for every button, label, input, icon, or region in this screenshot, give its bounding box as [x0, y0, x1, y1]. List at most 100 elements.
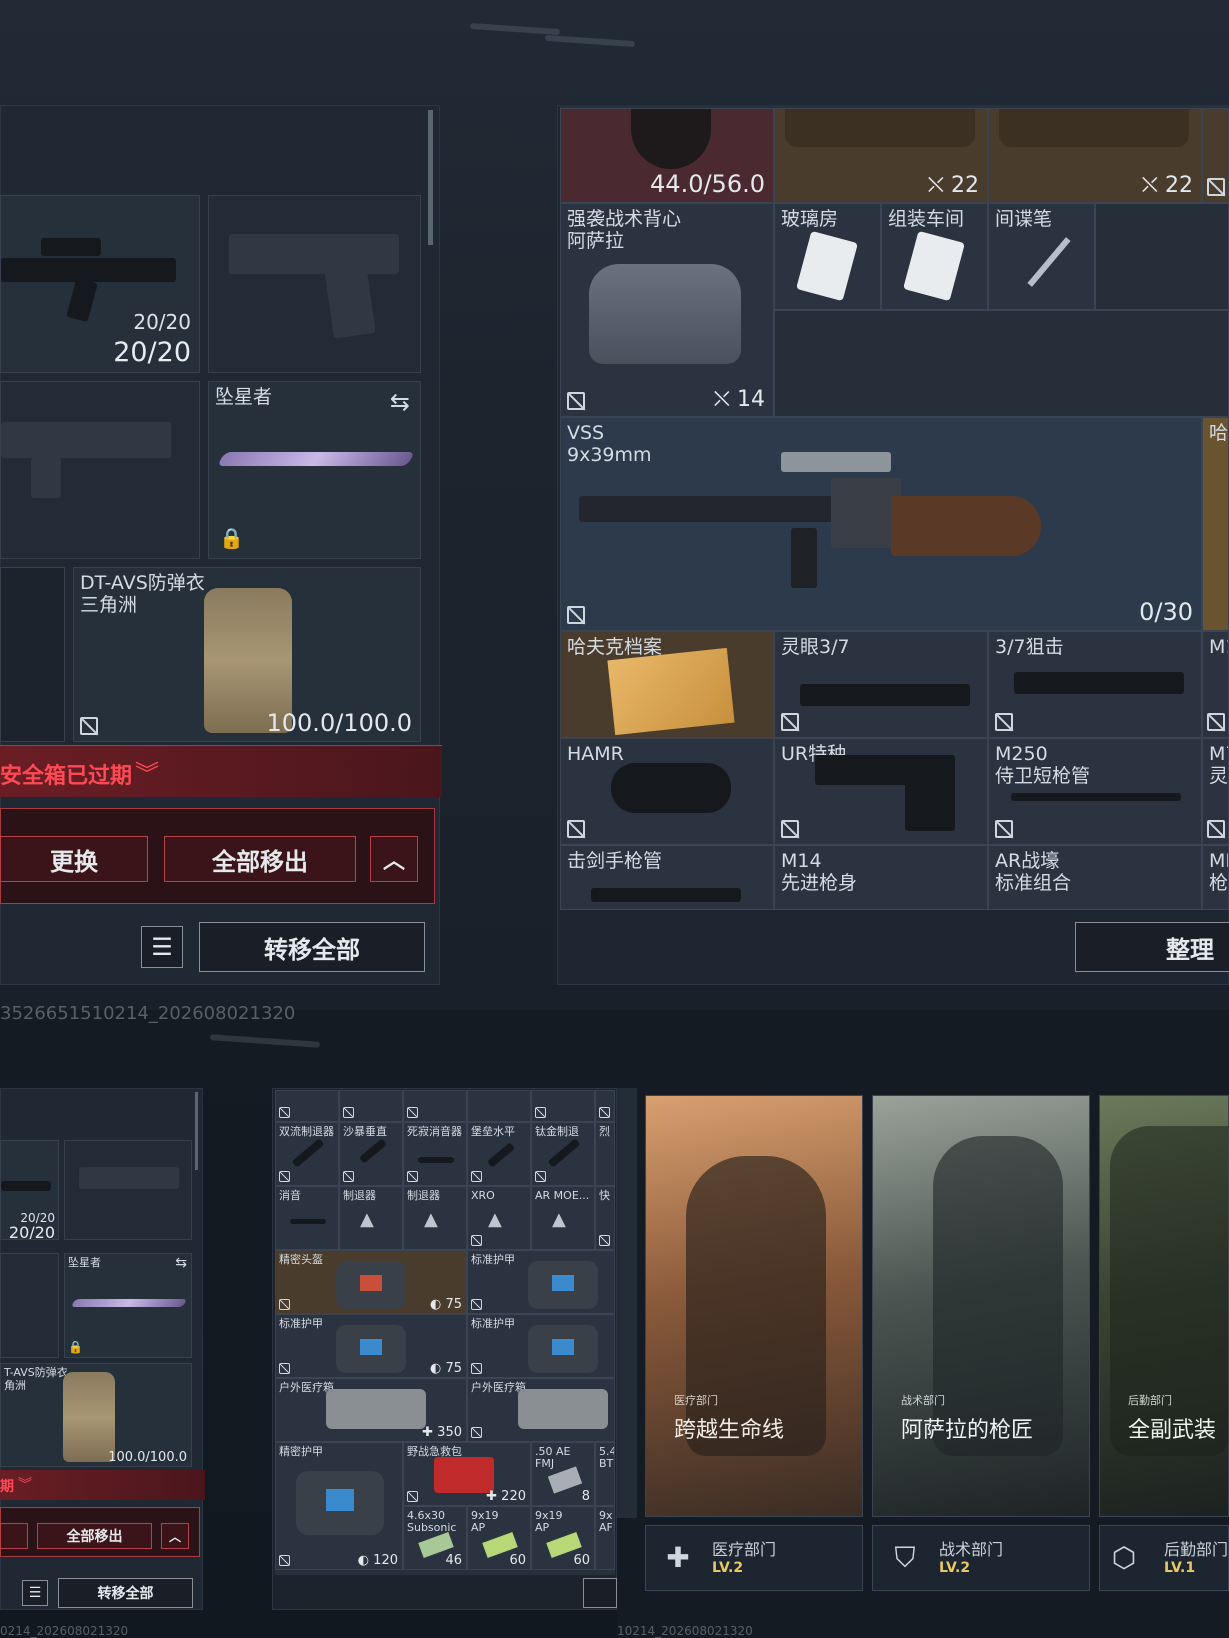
hafk-file-item[interactable]: 哈夫克档案 — [560, 631, 774, 738]
ammo-46-item[interactable]: 4.6x30 Subsonic 46 — [403, 1506, 467, 1570]
precise-helmet-item[interactable]: 精密头盔 ◐ 75 — [275, 1250, 467, 1314]
transfer-all-button[interactable]: 转移全部 — [199, 922, 425, 972]
mini-cell[interactable] — [595, 1090, 615, 1122]
swap-icon[interactable]: ⇆ — [390, 388, 410, 416]
primary-weapon-slot[interactable]: 20/20 20/20 — [0, 195, 200, 373]
xro-item[interactable]: XRO ▲ — [467, 1186, 531, 1250]
replace-button[interactable]: 更换 — [0, 836, 148, 882]
item-ar-sub: 标准组合 — [995, 872, 1072, 894]
mini-cell[interactable] — [275, 1090, 339, 1122]
vest-pouch-icon — [785, 109, 975, 147]
sort-button[interactable]: 整理 — [1075, 922, 1229, 972]
medical-dept-badge[interactable]: ✚ 医疗部门 LV.2 — [645, 1525, 863, 1591]
ammo-919b-item[interactable]: 9x19 AP 60 — [531, 1506, 595, 1570]
outdoor-med-item-1[interactable]: 户外医疗箱 ✚ 350 — [275, 1378, 467, 1442]
mr-item[interactable]: MR 枪 — [1202, 845, 1229, 910]
chevron-up-button[interactable]: ︿ — [161, 1523, 189, 1549]
list-icon[interactable]: ☰ — [22, 1580, 48, 1606]
outdoor-med-item-2[interactable]: 户外医疗箱 — [467, 1378, 615, 1442]
ammo-54-item[interactable]: 5.4 BT — [595, 1442, 615, 1506]
std-armor-item-2[interactable]: 标准护甲 ◐ 75 — [275, 1314, 467, 1378]
ammo-50ae-item[interactable]: .50 AE FMJ 8 — [531, 1442, 595, 1506]
helmet-item[interactable]: 44.0/56.0 — [560, 108, 774, 203]
chevron-up-button[interactable]: ︿ — [370, 836, 418, 882]
list-icon[interactable]: ☰ — [141, 926, 183, 968]
safe-box-expired-bar[interactable]: 安全箱已过期 ︾ — [0, 745, 442, 797]
partial-item[interactable]: 快 — [595, 1186, 615, 1250]
no-insure-icon — [781, 713, 799, 731]
field-kit-item[interactable]: 野战急救包 ✚ 220 — [403, 1442, 531, 1506]
scrollbar[interactable] — [428, 110, 433, 245]
mini-cell[interactable] — [531, 1090, 595, 1122]
vest-item-c[interactable] — [1202, 108, 1229, 203]
mini-replace-button[interactable] — [0, 1523, 28, 1549]
mini-transfer-all-button[interactable]: 转移全部 — [58, 1578, 193, 1608]
m250-barrel-item[interactable]: M250 侍卫短枪管 — [988, 738, 1202, 845]
m1-item[interactable]: M1 — [1202, 631, 1229, 738]
mini-sort-button[interactable] — [583, 1578, 617, 1608]
spy-pen-item[interactable]: 间谍笔 — [988, 203, 1095, 310]
hafk-item[interactable]: 哈 — [1202, 417, 1229, 631]
logistics-dept-badge[interactable]: ⬡ 后勤部门 LV.1 — [1099, 1525, 1229, 1591]
brake-item-2[interactable]: 制退器 ▲ — [403, 1186, 467, 1250]
scrollbar[interactable] — [195, 1092, 198, 1170]
muzzle-item-2[interactable]: 钛金制退 — [531, 1122, 595, 1186]
mini-expired-bar[interactable]: 期 ︾ — [0, 1470, 205, 1500]
mini-cell[interactable] — [339, 1090, 403, 1122]
vest-item-a[interactable]: ⛌ 22 — [774, 108, 988, 203]
ur-stock-item[interactable]: UR特种 — [774, 738, 988, 845]
ar-moe-item[interactable]: AR MOE... ▲ — [531, 1186, 595, 1250]
mini-armor-slot[interactable]: T-AVS防弹衣 角洲 100.0/100.0 — [0, 1363, 192, 1467]
brake-item-1[interactable]: 制退器 ▲ — [339, 1186, 403, 1250]
backpack-sub: 阿萨拉 — [567, 230, 625, 252]
no-insure-icon — [343, 1171, 354, 1182]
suppressor-icon — [290, 1219, 326, 1224]
mini-secondary-slot[interactable] — [0, 1253, 59, 1358]
mini-primary-slot[interactable]: 20/20 20/20 — [0, 1140, 59, 1240]
sniper-scope-item[interactable]: 3/7狙击 — [988, 631, 1202, 738]
vss-rifle-item[interactable]: VSS 9x39mm 0/30 — [560, 417, 1202, 631]
mini-melee-slot[interactable]: 坠星者 ⇆ 🔒 — [64, 1253, 192, 1358]
ammo-9x-item[interactable]: 9x AF — [595, 1506, 615, 1570]
vest-pouch-icon — [999, 109, 1189, 147]
lingyan-scope-item[interactable]: 灵眼3/7 — [774, 631, 988, 738]
secondary-weapon-slot[interactable] — [0, 381, 200, 559]
jijian-barrel-item[interactable]: 击剑手枪管 — [560, 845, 774, 910]
mini-remove-all-button[interactable]: 全部移出 — [37, 1523, 152, 1549]
medical-card[interactable]: 医疗部门 跨越生命线 — [645, 1095, 863, 1517]
swap-icon[interactable]: ⇆ — [175, 1255, 187, 1271]
std-armor-item-3[interactable]: 标准护甲 — [467, 1314, 615, 1378]
m14-body-item[interactable]: M14 先进枪身 — [774, 845, 988, 910]
suppressor-item-2[interactable]: 消音 — [275, 1186, 339, 1250]
key-assembly-item[interactable]: 组装车间 — [881, 203, 988, 310]
hamr-item[interactable]: HAMR — [560, 738, 774, 845]
mini-cell[interactable] — [467, 1090, 531, 1122]
empty-slot[interactable] — [0, 567, 65, 742]
mini-pistol-slot[interactable] — [64, 1140, 192, 1240]
empty-cell[interactable] — [774, 310, 1229, 417]
vest-item-b[interactable]: ⛌ 22 — [988, 108, 1202, 203]
remove-all-button[interactable]: 全部移出 — [164, 836, 356, 882]
precise-armor-item[interactable]: 精密护甲 ◐ 120 — [275, 1442, 403, 1570]
tactical-dept-badge[interactable]: ⛉ 战术部门 LV.2 — [872, 1525, 1090, 1591]
grip-item-1[interactable]: 沙暴垂直 — [339, 1122, 403, 1186]
ar-combo-item[interactable]: AR战壕 标准组合 — [988, 845, 1202, 910]
ammo-919a-item[interactable]: 9x19 AP 60 — [467, 1506, 531, 1570]
m7-item[interactable]: M7 灵 — [1202, 738, 1229, 845]
melee-slot[interactable]: 坠星者 ⇆ 🔒 — [208, 381, 421, 559]
muzzle-item-1[interactable]: 双流制退器 — [275, 1122, 339, 1186]
empty-cell[interactable] — [1095, 203, 1229, 310]
pistol-slot[interactable] — [208, 195, 421, 373]
partial-item[interactable]: 烈 — [595, 1122, 615, 1186]
logistics-card[interactable]: 后勤部门 全副武装 — [1099, 1095, 1229, 1517]
backpack-item[interactable]: 强袭战术背心 阿萨拉 ⛌ 14 — [560, 203, 774, 417]
mini-cell[interactable] — [403, 1090, 467, 1122]
grip-item-2[interactable]: 堡垒水平 — [467, 1122, 531, 1186]
key-glass-item[interactable]: 玻璃房 — [774, 203, 881, 310]
std-armor-item-1[interactable]: 标准护甲 — [467, 1250, 615, 1314]
stock-butt-icon — [905, 755, 955, 831]
armor-slot[interactable]: DT-AVS防弹衣 三角洲 100.0/100.0 — [73, 567, 421, 742]
file-folder-icon — [607, 647, 735, 736]
suppressor-item-1[interactable]: 死寂消音器 — [403, 1122, 467, 1186]
tactical-card[interactable]: 战术部门 阿萨拉的枪匠 — [872, 1095, 1090, 1517]
